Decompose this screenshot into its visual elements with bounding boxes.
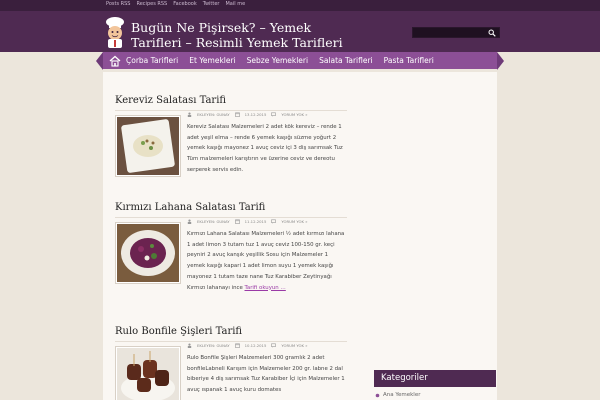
top-links: Posts RSS Recipes RSS Facebook Twitter M… bbox=[106, 1, 245, 7]
comment-icon bbox=[271, 343, 277, 348]
post-author[interactable]: EKLEYEN: GUNAY bbox=[197, 343, 230, 348]
post-card: Kereviz Salatası Tarifi EKLEYEN: GUNAY 1… bbox=[115, 95, 347, 190]
posts-rss-link[interactable]: Posts RSS bbox=[106, 1, 130, 7]
post-comments[interactable]: YORUM YOK » bbox=[281, 343, 307, 348]
beef-roll-skewers-image bbox=[117, 348, 179, 400]
post-thumbnail[interactable] bbox=[115, 115, 181, 177]
author-icon bbox=[187, 219, 192, 224]
home-icon[interactable] bbox=[109, 55, 121, 67]
main-nav: Çorba Tarifleri Et Yemekleri Sebze Yemek… bbox=[103, 52, 497, 69]
post-excerpt: Kereviz Salatası Malzemeleri 2 adet kök … bbox=[187, 122, 347, 176]
post-excerpt-text: Rulo Bonfile Şişleri Malzemeleri 300 gra… bbox=[187, 355, 345, 394]
sidebar-item-label: Ana Yemekler bbox=[383, 392, 421, 398]
recipes-rss-link[interactable]: Recipes RSS bbox=[136, 1, 167, 7]
post-thumbnail[interactable] bbox=[115, 222, 181, 284]
divider bbox=[115, 341, 347, 342]
nav-item-pasta[interactable]: Pasta Tarifleri bbox=[384, 56, 434, 65]
sidebar-item-ana-yemekler[interactable]: Ana Yemekler bbox=[375, 392, 420, 398]
post-title[interactable]: Rulo Bonfile Şişleri Tarifi bbox=[115, 326, 347, 338]
post-meta: EKLEYEN: GUNAY 10.12.2015 YORUM YOK » bbox=[187, 343, 308, 348]
post-thumbnail[interactable] bbox=[115, 346, 181, 400]
twitter-link[interactable]: Twitter bbox=[203, 1, 220, 7]
search-icon[interactable] bbox=[488, 29, 496, 37]
read-more-link[interactable]: Tarifi okuyun … bbox=[245, 285, 286, 291]
post-excerpt-text: Kereviz Salatası Malzemeleri 2 adet kök … bbox=[187, 124, 343, 173]
mail-me-link[interactable]: Mail me bbox=[225, 1, 245, 7]
post-card: Kırmızı Lahana Salatası Tarifi EKLEYEN: … bbox=[115, 202, 347, 312]
chef-logo-icon[interactable] bbox=[103, 16, 127, 48]
calendar-icon bbox=[234, 219, 240, 224]
nav-item-corba[interactable]: Çorba Tarifleri bbox=[126, 56, 178, 65]
celery-salad-image bbox=[117, 117, 179, 175]
post-date: 13.12.2015 bbox=[244, 112, 267, 117]
nav-ribbon-fold-left bbox=[96, 52, 103, 70]
site-title[interactable]: Bugün Ne Pişirsek? – Yemek Tarifleri – R… bbox=[131, 20, 361, 50]
post-date: 11.12.2015 bbox=[244, 219, 267, 224]
post-comments[interactable]: YORUM YOK » bbox=[281, 112, 307, 117]
calendar-icon bbox=[234, 343, 240, 348]
divider bbox=[115, 217, 347, 218]
nav-item-sebze[interactable]: Sebze Yemekleri bbox=[247, 56, 308, 65]
top-bar: Posts RSS Recipes RSS Facebook Twitter M… bbox=[0, 0, 600, 11]
sidebar-widget-title: Kategoriler bbox=[374, 370, 496, 387]
post-date: 10.12.2015 bbox=[244, 343, 267, 348]
author-icon bbox=[187, 343, 192, 348]
nav-item-et[interactable]: Et Yemekleri bbox=[189, 56, 235, 65]
post-meta: EKLEYEN: GUNAY 11.12.2015 YORUM YOK » bbox=[187, 219, 308, 224]
post-title[interactable]: Kırmızı Lahana Salatası Tarifi bbox=[115, 202, 347, 214]
post-author[interactable]: EKLEYEN: GUNAY bbox=[197, 219, 230, 224]
search-input[interactable] bbox=[413, 37, 487, 47]
post-excerpt-text: Kırmızı Lahana Salatası Malzemeleri ½ ad… bbox=[187, 231, 345, 291]
red-cabbage-salad-image bbox=[117, 224, 179, 282]
bullet-icon bbox=[375, 393, 380, 397]
facebook-link[interactable]: Facebook bbox=[173, 1, 197, 7]
post-title[interactable]: Kereviz Salatası Tarifi bbox=[115, 95, 347, 107]
nav-item-salata[interactable]: Salata Tarifleri bbox=[319, 56, 373, 65]
post-excerpt: Rulo Bonfile Şişleri Malzemeleri 300 gra… bbox=[187, 353, 347, 400]
comment-icon bbox=[271, 219, 277, 224]
comment-icon bbox=[271, 112, 277, 117]
post-comments[interactable]: YORUM YOK » bbox=[281, 219, 307, 224]
author-icon bbox=[187, 112, 192, 117]
post-author[interactable]: EKLEYEN: GUNAY bbox=[197, 112, 230, 117]
divider bbox=[115, 110, 347, 111]
calendar-icon bbox=[234, 112, 240, 117]
nav-ribbon-fold-right bbox=[497, 52, 504, 70]
post-card: Rulo Bonfile Şişleri Tarifi EKLEYEN: GUN… bbox=[115, 326, 347, 400]
post-excerpt: Kırmızı Lahana Salatası Malzemeleri ½ ad… bbox=[187, 229, 347, 293]
search-box bbox=[412, 27, 500, 47]
post-meta: EKLEYEN: GUNAY 13.12.2015 YORUM YOK » bbox=[187, 112, 308, 117]
